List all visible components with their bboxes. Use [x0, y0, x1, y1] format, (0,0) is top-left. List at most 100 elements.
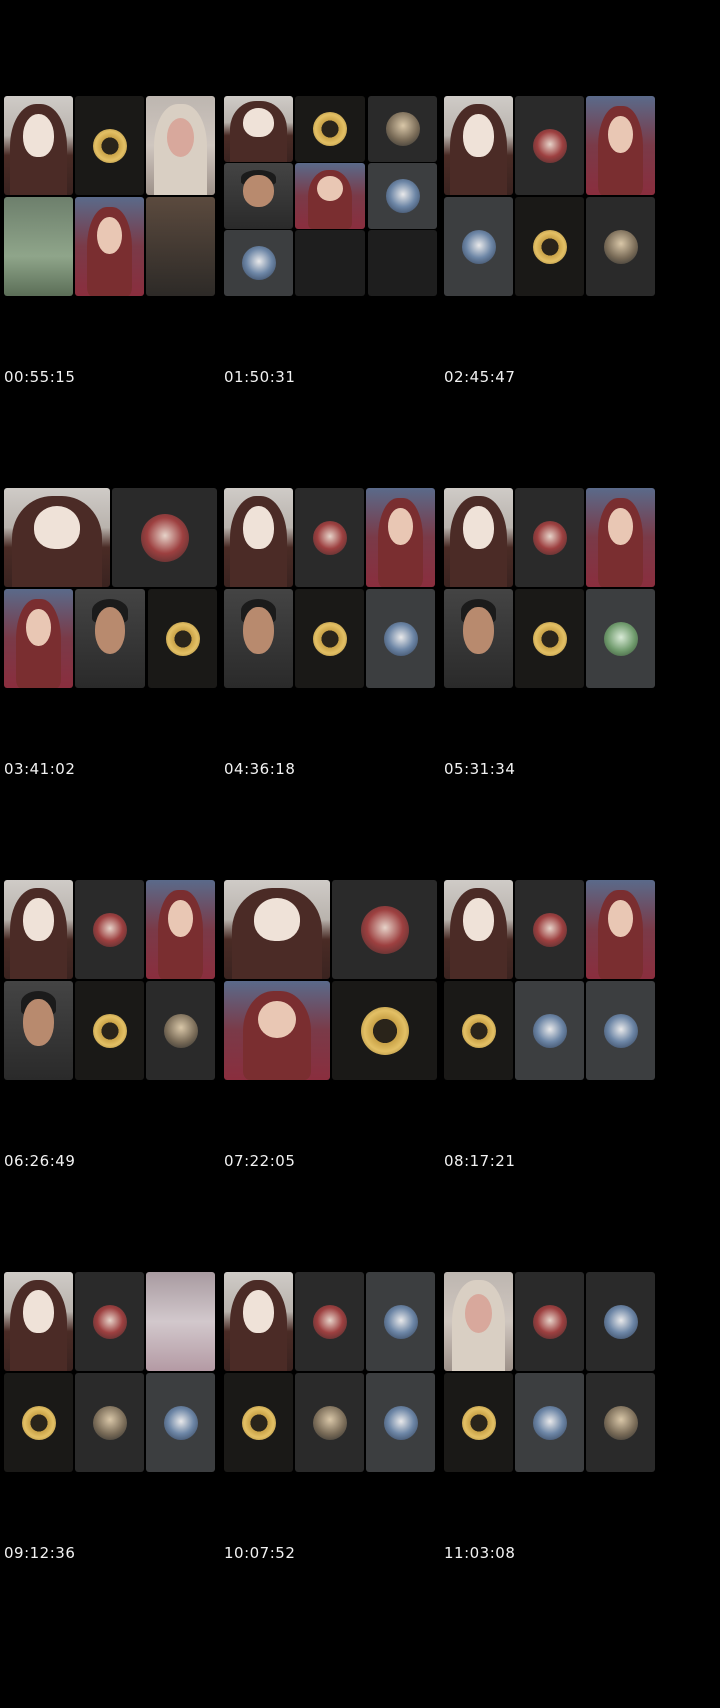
thumbnail-frame[interactable] [223, 880, 457, 1096]
participant-tile [224, 488, 293, 587]
participant-tile [515, 96, 584, 195]
participant-tile [444, 1373, 513, 1472]
avatar-icon [603, 621, 638, 656]
participant-tile [586, 981, 655, 1080]
participant-face [608, 507, 633, 546]
timestamp-label: 11:03:08 [444, 1544, 516, 1562]
participant-tile [444, 880, 513, 979]
participant-face [243, 1289, 274, 1334]
avatar-icon [312, 621, 347, 656]
participant-tile [332, 880, 437, 979]
avatar-icon [461, 1013, 496, 1048]
avatar-icon [532, 1013, 567, 1048]
participant-tile [75, 197, 144, 296]
participant-tile [444, 981, 513, 1080]
participant-face [94, 606, 126, 655]
participant-tile [515, 1272, 584, 1371]
participant-face [33, 505, 81, 550]
thumbnail-frame[interactable] [443, 880, 677, 1096]
participant-tile [295, 96, 365, 162]
thumbnail-frame[interactable] [223, 1272, 457, 1488]
avatar-icon [532, 1405, 567, 1440]
participant-face [23, 998, 54, 1047]
participant-tile [332, 981, 437, 1080]
thumbnail-frame[interactable] [443, 96, 677, 312]
participant-tile [444, 488, 513, 587]
avatar-icon [385, 112, 420, 146]
participant-tile [146, 197, 215, 296]
participant-tile [444, 1272, 513, 1371]
avatar-icon [461, 1405, 496, 1440]
thumbnail-frame[interactable] [3, 96, 237, 312]
avatar-icon [21, 1405, 56, 1440]
participant-tile [75, 589, 145, 688]
avatar-icon [603, 229, 638, 264]
timestamp-label: 01:50:31 [224, 368, 296, 386]
participant-tile [224, 1272, 293, 1371]
participant-face [243, 107, 274, 137]
participant-tile [295, 163, 365, 229]
participant-tile [224, 981, 330, 1080]
avatar-icon [165, 621, 200, 656]
thumbnail-frame[interactable] [443, 1272, 677, 1488]
participant-tile [224, 163, 293, 229]
participant-tile [366, 589, 435, 688]
participant-face [463, 113, 494, 158]
participant-tile [146, 1373, 215, 1472]
participant-tile [515, 488, 584, 587]
avatar-icon [532, 912, 567, 947]
avatar-icon [383, 621, 418, 656]
participant-tile [368, 96, 437, 162]
participant-tile [146, 1272, 215, 1371]
participant-face [253, 897, 301, 942]
participant-tile [224, 589, 293, 688]
participant-tile [295, 1373, 364, 1472]
thumbnail-frame[interactable] [3, 880, 237, 1096]
participant-face [97, 216, 122, 255]
avatar-icon [383, 1304, 418, 1339]
participant-tile [368, 230, 437, 296]
participant-face [243, 606, 274, 655]
avatar-icon [532, 621, 567, 656]
timestamp-label: 05:31:34 [444, 760, 516, 778]
participant-face [463, 606, 494, 655]
avatar-icon [312, 1304, 347, 1339]
participant-face [463, 505, 494, 550]
participant-tile [146, 96, 215, 195]
participant-tile [4, 197, 73, 296]
avatar-icon [532, 229, 567, 264]
participant-face [23, 113, 54, 158]
participant-face [243, 174, 274, 207]
participant-tile [75, 981, 144, 1080]
avatar-icon [163, 1405, 198, 1440]
participant-tile [366, 1272, 435, 1371]
participant-tile [586, 1272, 655, 1371]
avatar-icon [92, 1304, 127, 1339]
avatar-icon [383, 1405, 418, 1440]
thumbnail-frame[interactable] [223, 488, 457, 704]
thumbnail-frame[interactable] [443, 488, 677, 704]
participant-face [168, 899, 193, 938]
avatar-icon [461, 229, 496, 264]
participant-tile [148, 589, 217, 688]
participant-tile [515, 197, 584, 296]
avatar-icon [360, 905, 409, 954]
thumbnail-frame[interactable] [3, 1272, 237, 1488]
participant-tile [4, 1272, 73, 1371]
timestamp-label: 02:45:47 [444, 368, 516, 386]
participant-tile [224, 1373, 293, 1472]
avatar-icon [312, 520, 347, 555]
avatar-icon [532, 128, 567, 163]
participant-face [317, 176, 343, 202]
timestamp-label: 10:07:52 [224, 1544, 296, 1562]
participant-tile [112, 488, 217, 587]
participant-tile [368, 163, 437, 229]
participant-tile [295, 589, 364, 688]
thumbnail-frame[interactable] [3, 488, 237, 704]
participant-tile [4, 96, 73, 195]
avatar-icon [140, 513, 189, 562]
participant-face [388, 507, 413, 546]
participant-tile [586, 589, 655, 688]
participant-tile [4, 1373, 73, 1472]
thumbnail-frame[interactable] [223, 96, 457, 312]
